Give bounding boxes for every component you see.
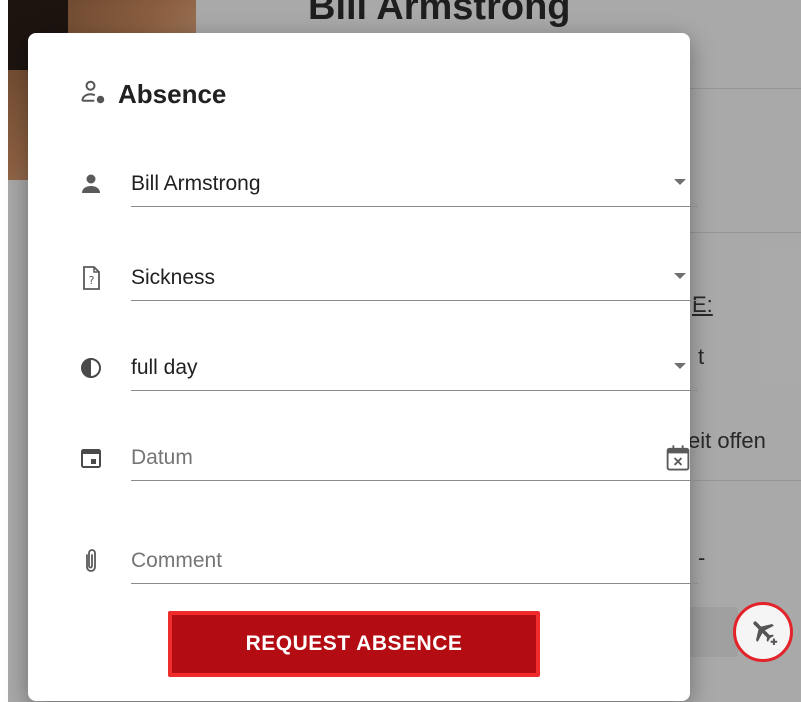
request-absence-button[interactable]: REQUEST ABSENCE	[168, 611, 540, 677]
person-status-icon	[78, 77, 108, 112]
date-row: Datum	[78, 435, 698, 481]
dialog-title: Absence	[118, 79, 227, 109]
chevron-down-icon	[674, 273, 686, 279]
person-select-value: Bill Armstrong	[131, 171, 261, 195]
date-input[interactable]: Datum	[131, 435, 698, 481]
person-select[interactable]: Bill Armstrong	[131, 161, 698, 207]
comment-row: Comment	[78, 538, 698, 584]
chevron-down-icon	[674, 363, 686, 369]
absence-dialog: Absence Bill Armstrong ? Sickness full d…	[28, 33, 698, 701]
person-icon	[78, 171, 104, 197]
calendar-clear-icon[interactable]	[664, 443, 692, 478]
chevron-down-icon	[674, 179, 686, 185]
comment-input[interactable]: Comment	[131, 538, 698, 584]
duration-select[interactable]: full day	[131, 345, 698, 391]
paperclip-icon	[78, 548, 104, 574]
date-placeholder: Datum	[131, 445, 193, 469]
duration-value: full day	[131, 355, 198, 379]
absence-type-value: Sickness	[131, 265, 216, 289]
calendar-icon	[78, 445, 104, 471]
request-absence-fab[interactable]	[733, 602, 793, 662]
absence-type-select[interactable]: Sickness	[131, 255, 698, 301]
absence-type-row: ? Sickness	[78, 255, 698, 301]
dialog-header: Absence	[78, 77, 226, 112]
airplane-add-icon	[746, 613, 780, 652]
svg-text:?: ?	[89, 274, 95, 287]
half-circle-icon	[78, 355, 104, 381]
help-document-icon: ?	[78, 265, 104, 291]
duration-row: full day	[78, 345, 698, 391]
comment-placeholder: Comment	[131, 548, 223, 572]
person-select-row: Bill Armstrong	[78, 161, 698, 207]
